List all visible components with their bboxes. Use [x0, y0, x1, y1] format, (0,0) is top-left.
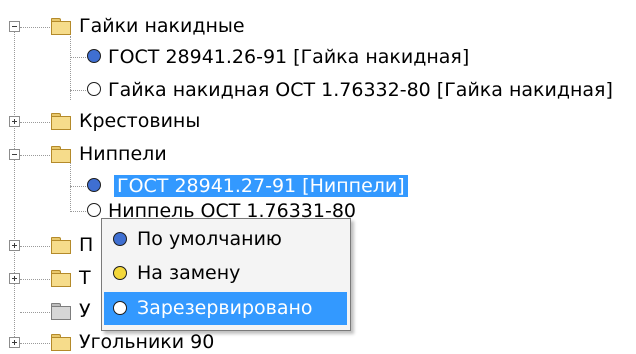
tree-node-label[interactable]: Угольники 90 — [79, 331, 214, 353]
status-default-icon — [113, 232, 127, 246]
folder-icon — [51, 18, 71, 35]
expand-toggle[interactable] — [9, 337, 20, 348]
tree-node-label[interactable]: Гайка накидная ОСТ 1.76332-80 [Гайка нак… — [108, 79, 613, 101]
tree-node-label[interactable]: Крестовины — [79, 110, 200, 132]
tree-connector — [70, 211, 86, 212]
tree-node-label[interactable]: Т — [79, 267, 91, 289]
tree-view[interactable]: Гайки накидные ГОСТ 28941.26-91 [Гайка н… — [0, 0, 636, 354]
tree-connector — [20, 27, 50, 28]
tree-connector — [70, 57, 86, 58]
menu-item-label: На замену — [137, 262, 241, 284]
expand-toggle[interactable] — [9, 273, 20, 284]
menu-item-reserved[interactable]: Зарезервировано — [104, 292, 347, 325]
expand-toggle[interactable] — [9, 240, 20, 251]
tree-connector — [20, 122, 50, 123]
status-default-icon — [87, 49, 101, 63]
tree-node-label[interactable]: ГОСТ 28941.26-91 [Гайка накидная] — [108, 46, 469, 68]
folder-icon — [51, 270, 71, 287]
tree-node-label[interactable]: Ниппели — [79, 143, 167, 165]
folder-icon — [51, 334, 71, 351]
tree-node-label[interactable]: Гайки накидные — [79, 15, 245, 37]
tree-connector — [20, 246, 50, 247]
folder-icon — [51, 237, 71, 254]
status-reserved-icon — [87, 82, 101, 96]
menu-item-default[interactable]: По умолчанию — [104, 223, 347, 256]
folder-icon — [51, 113, 71, 130]
tree-connector — [20, 312, 50, 313]
collapse-toggle[interactable] — [9, 149, 20, 160]
tree-connector — [70, 186, 86, 187]
tree-connector — [20, 279, 50, 280]
status-replacement-icon — [113, 266, 127, 280]
collapse-toggle[interactable] — [9, 21, 20, 32]
menu-item-replacement[interactable]: На замену — [104, 257, 347, 290]
menu-item-label: Зарезервировано — [137, 297, 313, 319]
expand-toggle[interactable] — [9, 116, 20, 127]
folder-gray-icon — [51, 303, 71, 320]
folder-icon — [51, 146, 71, 163]
tree-connector — [20, 155, 50, 156]
context-menu: По умолчанию На замену Зарезервировано — [101, 218, 351, 331]
status-default-icon — [87, 178, 101, 192]
status-reserved-icon — [113, 301, 127, 315]
status-reserved-icon — [87, 203, 101, 217]
tree-connector — [14, 30, 15, 345]
tree-connector — [70, 90, 86, 91]
menu-item-label: По умолчанию — [137, 228, 282, 250]
tree-node-label-selected[interactable]: ГОСТ 28941.27-91 [Ниппели] — [114, 175, 408, 197]
tree-connector — [20, 343, 50, 344]
tree-node-label[interactable]: П — [79, 234, 93, 256]
tree-node-label[interactable]: У — [79, 300, 91, 322]
